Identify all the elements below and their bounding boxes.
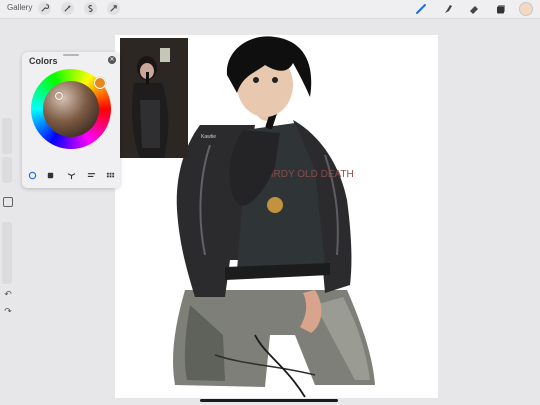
modify-button[interactable]	[3, 197, 13, 207]
home-indicator	[200, 399, 338, 402]
close-icon[interactable]: ✕	[108, 56, 116, 64]
jacket-tag: Kawtie	[201, 134, 216, 140]
shirt-print: GIRDY OLD DEATH	[263, 169, 354, 180]
smudge-icon[interactable]	[441, 2, 455, 16]
reference-photo[interactable]	[120, 38, 188, 158]
wrench-icon[interactable]	[38, 2, 51, 15]
brush-icon[interactable]	[414, 2, 428, 16]
hue-knob[interactable]	[94, 77, 106, 89]
saturation-disc[interactable]	[43, 81, 99, 137]
brush-size-slider[interactable]	[2, 118, 12, 154]
top-toolbar: Gallery	[0, 0, 540, 19]
color-disc[interactable]	[31, 69, 111, 149]
classic-mode-icon[interactable]	[44, 170, 56, 180]
current-color-swatch[interactable]	[519, 2, 533, 16]
opacity-slider[interactable]	[2, 222, 12, 284]
transform-arrow-icon[interactable]	[107, 2, 120, 15]
palettes-mode-icon[interactable]	[104, 170, 116, 180]
value-mode-icon[interactable]	[85, 170, 97, 180]
brush-size-slider-lower[interactable]	[2, 157, 12, 183]
magic-wand-icon[interactable]	[61, 2, 74, 15]
disc-mode-icon[interactable]	[26, 170, 38, 180]
harmony-mode-icon[interactable]	[65, 170, 77, 180]
panel-title: Colors	[29, 56, 58, 66]
gallery-button[interactable]: Gallery	[7, 3, 32, 12]
selection-icon[interactable]	[84, 2, 97, 15]
layers-icon[interactable]	[494, 2, 508, 16]
colors-panel: Colors ✕	[22, 52, 120, 188]
redo-button[interactable]: ↷	[2, 307, 14, 317]
panel-drag-handle[interactable]	[63, 54, 79, 56]
undo-button[interactable]: ↶	[2, 290, 14, 300]
saturation-knob[interactable]	[55, 92, 63, 100]
eraser-icon[interactable]	[467, 2, 481, 16]
